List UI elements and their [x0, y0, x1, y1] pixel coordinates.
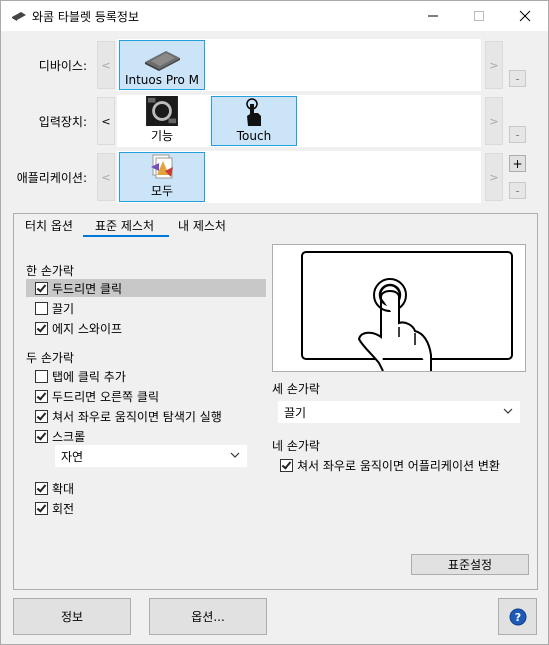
four-finger-heading: 네 손가락: [272, 439, 320, 453]
about-button[interactable]: 정보: [13, 598, 131, 635]
input-tile-expresskeys[interactable]: 기능: [119, 96, 205, 146]
tablet-icon: [145, 51, 180, 71]
maximize-button[interactable]: [456, 1, 502, 31]
add-click-to-tap-option[interactable]: 탭에 클릭 추가: [35, 367, 126, 385]
edge-swipe-checkbox[interactable]: [35, 321, 48, 335]
zoom-checkbox[interactable]: [35, 481, 48, 495]
device-tile-intuos-pro-m[interactable]: Intuos Pro M: [119, 40, 205, 90]
tap-to-click-label: 두드리면 클릭: [52, 281, 123, 296]
remove-input-tool-button[interactable]: -: [509, 126, 526, 143]
one-finger-heading: 한 손가락: [26, 264, 74, 278]
device-label: 디바이스:: [38, 59, 87, 73]
device-prev-button[interactable]: <: [97, 41, 115, 89]
gesture-preview: [272, 244, 526, 372]
close-button[interactable]: [502, 1, 548, 31]
tab-touch-options[interactable]: 터치 옵션: [19, 213, 79, 237]
tap-right-click-label: 두드리면 오른쪽 클릭: [52, 389, 159, 404]
remove-device-button[interactable]: -: [509, 70, 526, 87]
swipe-app-switch-label: 쳐서 좌우로 움직이면 어플리케이션 변환: [297, 458, 500, 473]
drag-label: 끌기: [52, 301, 75, 316]
chevron-down-icon: [230, 452, 240, 458]
input-tool-label: 입력장치:: [38, 115, 87, 129]
tap-right-click-option[interactable]: 두드리면 오른쪽 클릭: [35, 387, 159, 405]
close-icon: [519, 10, 531, 22]
device-tile-label: Intuos Pro M: [124, 73, 200, 87]
scroll-checkbox[interactable]: [35, 429, 48, 443]
touch-hand-icon: [246, 98, 261, 126]
drag-option[interactable]: 끌기: [35, 299, 74, 317]
input-tile-touch[interactable]: Touch: [211, 96, 297, 146]
help-glyph: ?: [514, 611, 520, 624]
input-tile-label: 기능: [150, 129, 174, 143]
swipe-explorer-option[interactable]: 쳐서 좌우로 움직이면 탐색기 실행: [35, 407, 222, 425]
tap-to-click-option[interactable]: 두드리면 클릭: [26, 279, 266, 297]
input-tool-prev-button[interactable]: <: [97, 97, 115, 145]
window-title: 와콤 타블렛 등록정보: [32, 10, 139, 24]
drag-checkbox[interactable]: [35, 301, 48, 315]
scroll-option[interactable]: 스크롤: [35, 427, 85, 445]
two-finger-heading: 두 손가락: [26, 351, 74, 365]
help-button[interactable]: ?: [498, 598, 537, 635]
input-tool-strip: 기능 Touch: [117, 95, 481, 147]
tab-standard-gestures[interactable]: 표준 제스처: [89, 213, 160, 237]
tab-my-gestures[interactable]: 내 제스처: [172, 213, 232, 237]
defaults-button[interactable]: 표준설정: [411, 554, 529, 575]
chevron-down-icon: [503, 408, 513, 414]
add-click-to-tap-label: 탭에 클릭 추가: [52, 369, 126, 384]
options-button[interactable]: 옵션...: [149, 598, 267, 635]
edge-swipe-label: 에지 스와이프: [52, 321, 123, 336]
expresskeys-icon: [146, 96, 178, 126]
swipe-app-switch-checkbox[interactable]: [280, 458, 293, 472]
three-finger-action-value: 끌기: [284, 405, 307, 420]
zoom-label: 확대: [52, 481, 75, 496]
three-finger-heading: 세 손가락: [272, 382, 320, 396]
active-tab-indicator: [83, 235, 169, 237]
maximize-icon: [474, 11, 484, 21]
rotate-checkbox[interactable]: [35, 501, 48, 515]
all-apps-icon: [151, 154, 173, 179]
swipe-explorer-label: 쳐서 좌우로 움직이면 탐색기 실행: [52, 409, 222, 424]
application-strip: 모두: [117, 151, 481, 203]
application-next-button[interactable]: >: [485, 153, 503, 201]
application-tile-all[interactable]: 모두: [119, 152, 205, 202]
add-application-button[interactable]: +: [509, 155, 526, 172]
minimize-button[interactable]: [410, 1, 456, 31]
application-tile-label: 모두: [150, 184, 174, 198]
application-prev-button[interactable]: <: [97, 153, 115, 201]
add-click-to-tap-checkbox[interactable]: [35, 369, 48, 383]
device-next-button[interactable]: >: [485, 41, 503, 89]
device-strip: Intuos Pro M: [117, 39, 481, 91]
title-bar: 와콤 타블렛 등록정보: [1, 1, 548, 31]
scroll-direction-select[interactable]: 자연: [55, 445, 247, 467]
scroll-label: 스크롤: [52, 429, 86, 444]
tap-right-click-checkbox[interactable]: [35, 389, 48, 403]
swipe-explorer-checkbox[interactable]: [35, 409, 48, 423]
minimize-icon: [428, 15, 438, 17]
wacom-tablet-icon: [12, 12, 26, 21]
help-icon: ?: [509, 608, 526, 625]
rotate-option[interactable]: 회전: [35, 499, 74, 517]
properties-window: 와콤 타블렛 등록정보 디바이스: < Intuos Pro M > - 입력장…: [0, 0, 549, 645]
remove-application-button[interactable]: -: [509, 182, 526, 199]
zoom-option[interactable]: 확대: [35, 479, 74, 497]
scroll-direction-value: 자연: [61, 449, 84, 464]
input-tile-label: Touch: [236, 129, 272, 143]
swipe-app-switch-option[interactable]: 쳐서 좌우로 움직이면 어플리케이션 변환: [280, 456, 500, 474]
tap-to-click-checkbox[interactable]: [35, 281, 48, 295]
rotate-label: 회전: [52, 501, 75, 516]
application-label: 애플리케이션:: [16, 171, 87, 185]
input-tool-next-button[interactable]: >: [485, 97, 503, 145]
three-finger-action-select[interactable]: 끌기: [278, 401, 520, 423]
edge-swipe-option[interactable]: 에지 스와이프: [35, 319, 122, 337]
tap-gesture-illustration: [301, 251, 513, 372]
